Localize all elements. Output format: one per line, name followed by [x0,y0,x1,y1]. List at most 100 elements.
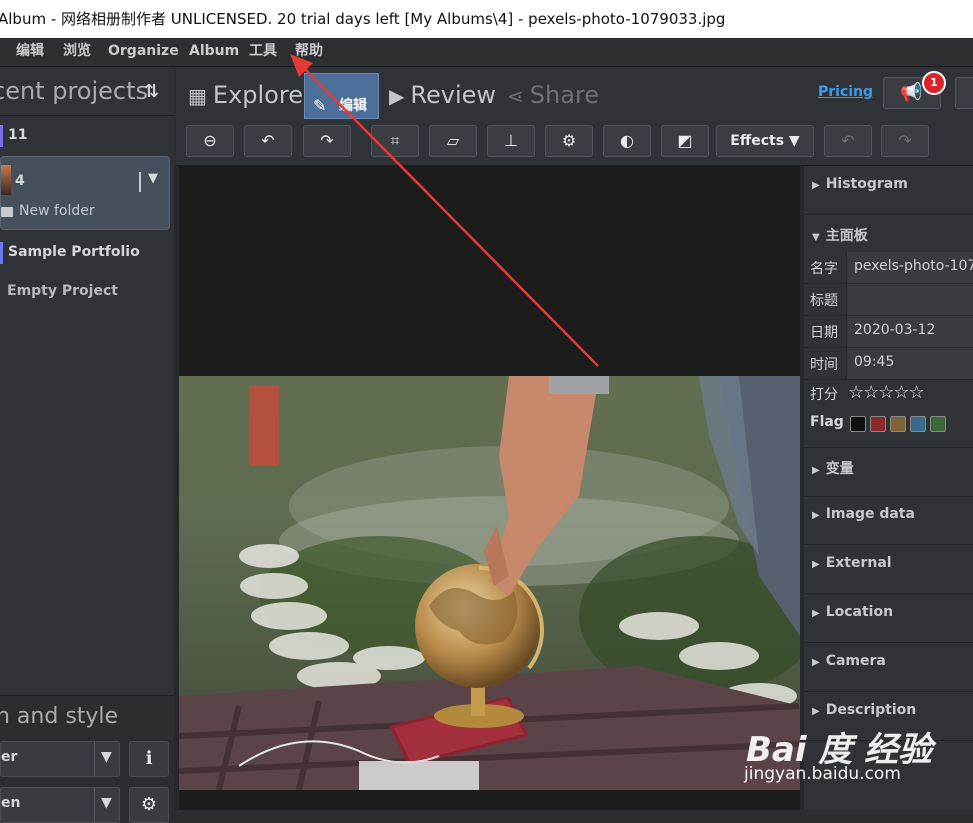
overflow-button[interactable] [955,77,973,109]
canvas-background [179,790,800,810]
section-location[interactable]: ▶ Location [804,594,973,643]
play-icon: ▶ [389,84,405,108]
tab-edit[interactable]: ✎ 编辑 [304,73,379,119]
section-title: Image data [825,506,915,522]
chevron-down-icon: ▼ [788,133,800,149]
tab-explore[interactable]: ▦ Explore [188,75,303,115]
triangle-right-icon: ▶ [812,180,820,191]
rating-stars[interactable]: ☆☆☆☆☆ [848,382,925,403]
menu-browse[interactable]: 浏览 [63,38,91,66]
triangle-right-icon: ▶ [812,608,820,619]
triangle-right-icon: ▶ [812,559,820,570]
tab-share[interactable]: ⋖ Share [507,75,599,115]
contrast-button[interactable]: ◐ [603,125,651,157]
project-label: 11 [8,127,28,143]
triangle-right-icon: ▶ [812,510,820,521]
theme-select[interactable]: en ▼ [0,787,120,823]
straighten-button[interactable]: ⊥ [487,125,535,157]
contrast-icon: ◐ [620,131,634,150]
project-item-sample-portfolio[interactable]: Sample Portfolio [0,242,168,266]
undo-button[interactable]: ↶ [824,125,872,157]
perspective-button[interactable]: ▱ [429,125,477,157]
crop-button[interactable]: ⌗ [371,125,419,157]
project-item-4[interactable]: 4 ▼ New folder [0,156,170,230]
divider [139,172,141,192]
rotate-right-button[interactable]: ↷ [303,125,351,157]
section-external[interactable]: ▶ External [804,545,973,594]
menu-tools[interactable]: 工具 [249,38,277,66]
rotate-left-button[interactable]: ↶ [244,125,292,157]
menu-album[interactable]: Album [189,38,239,66]
megaphone-icon: 📢 [900,82,923,103]
effects-label: Effects [730,133,785,149]
divider [0,115,174,116]
title-field[interactable] [846,284,973,315]
project-color-bar [0,242,3,264]
effects-button[interactable]: Effects ▼ [716,125,814,157]
info-panel: ▶Histogram ▼主面板 名字 pexels-photo-1079033 … [804,166,973,810]
project-label: Sample Portfolio [8,244,140,260]
pricing-link[interactable]: Pricing [818,84,873,100]
tab-explore-label: Explore [212,81,303,109]
flag-swatch[interactable] [850,416,866,432]
section-title: Histogram [825,176,908,192]
tab-review-label: Review [410,81,497,109]
edit-toolbar: ⊖ ↶ ↷ ⌗ ▱ ⊥ ⚙ ◐ ◩ Effects ▼ ↶ ↷ [176,119,973,166]
watermark-url: jingyan.baidu.com [744,764,901,784]
section-variables[interactable]: ▶ 变量 [804,447,973,497]
notifications-button[interactable]: 📢 1 [883,71,946,109]
flag-swatch[interactable] [890,416,906,432]
project-thumbnail [1,165,11,195]
info-button[interactable]: ℹ [129,741,169,777]
sort-icon[interactable]: ⇅ [144,81,166,103]
straighten-icon: ⊥ [504,131,518,150]
flag-swatch[interactable] [870,416,886,432]
triangle-down-icon: ▼ [812,232,820,243]
menu-organize[interactable]: Organize [108,38,179,66]
folder-icon [1,207,13,217]
name-field[interactable]: pexels-photo-1079033 [846,252,973,283]
section-title: Location [825,604,894,620]
flag-swatch[interactable] [930,416,946,432]
date-field[interactable]: 2020-03-12 [846,316,973,347]
section-camera[interactable]: ▶ Camera [804,643,973,692]
window-title-bar: Album - 网络相册制作者 UNLICENSED. 20 trial day… [0,0,973,38]
recent-projects-panel: cent projects ⇅ 11 4 ▼ New folder Sample… [0,67,174,695]
project-label: Empty Project [7,283,118,299]
meta-key: 标题 [810,293,838,309]
baidu-watermark: Bai 度 经验 jingyan.baidu.com [744,722,973,810]
meta-row-date: 日期 2020-03-12 [804,316,973,348]
adjust-button[interactable]: ⚙ [545,125,593,157]
settings-button[interactable]: ⚙ [129,787,169,823]
style-select[interactable]: er ▼ [0,741,120,777]
meta-key: 名字 [810,261,838,277]
time-field[interactable]: 09:45 [846,348,973,379]
project-label: 4 [15,173,25,189]
section-histogram[interactable]: ▶ Histogram [804,166,973,215]
menu-edit[interactable]: 编辑 [16,38,44,66]
info-icon: ℹ [145,748,153,769]
photo-preview[interactable] [179,376,800,790]
meta-row-name: 名字 pexels-photo-1079033 [804,252,973,284]
project-item-11[interactable]: 11 [0,123,168,153]
exposure-button[interactable]: ◩ [661,125,709,157]
menu-help[interactable]: 帮助 [295,38,323,66]
section-main-panel[interactable]: ▼ 主面板 [804,215,973,251]
perspective-icon: ▱ [446,131,460,150]
minus-button[interactable]: ⊖ [186,125,234,157]
chevron-down-icon: ▼ [101,795,112,811]
triangle-right-icon: ▶ [812,657,820,668]
meta-value: 09:45 [854,354,895,370]
flag-swatch[interactable] [910,416,926,432]
section-image-data[interactable]: ▶ Image data [804,496,973,545]
exposure-icon: ◩ [677,131,693,150]
gear-icon: ⚙ [140,794,158,815]
chevron-down-icon[interactable]: ▼ [148,171,158,186]
project-item-empty-project[interactable]: Empty Project [0,281,168,305]
folder-label[interactable]: New folder [19,203,95,219]
tab-review[interactable]: ▶ Review [389,75,496,115]
tab-share-label: Share [529,81,600,109]
section-title: 变量 [825,461,854,477]
redo-button[interactable]: ↷ [881,125,929,157]
minus-circle-icon: ⊖ [203,131,217,150]
